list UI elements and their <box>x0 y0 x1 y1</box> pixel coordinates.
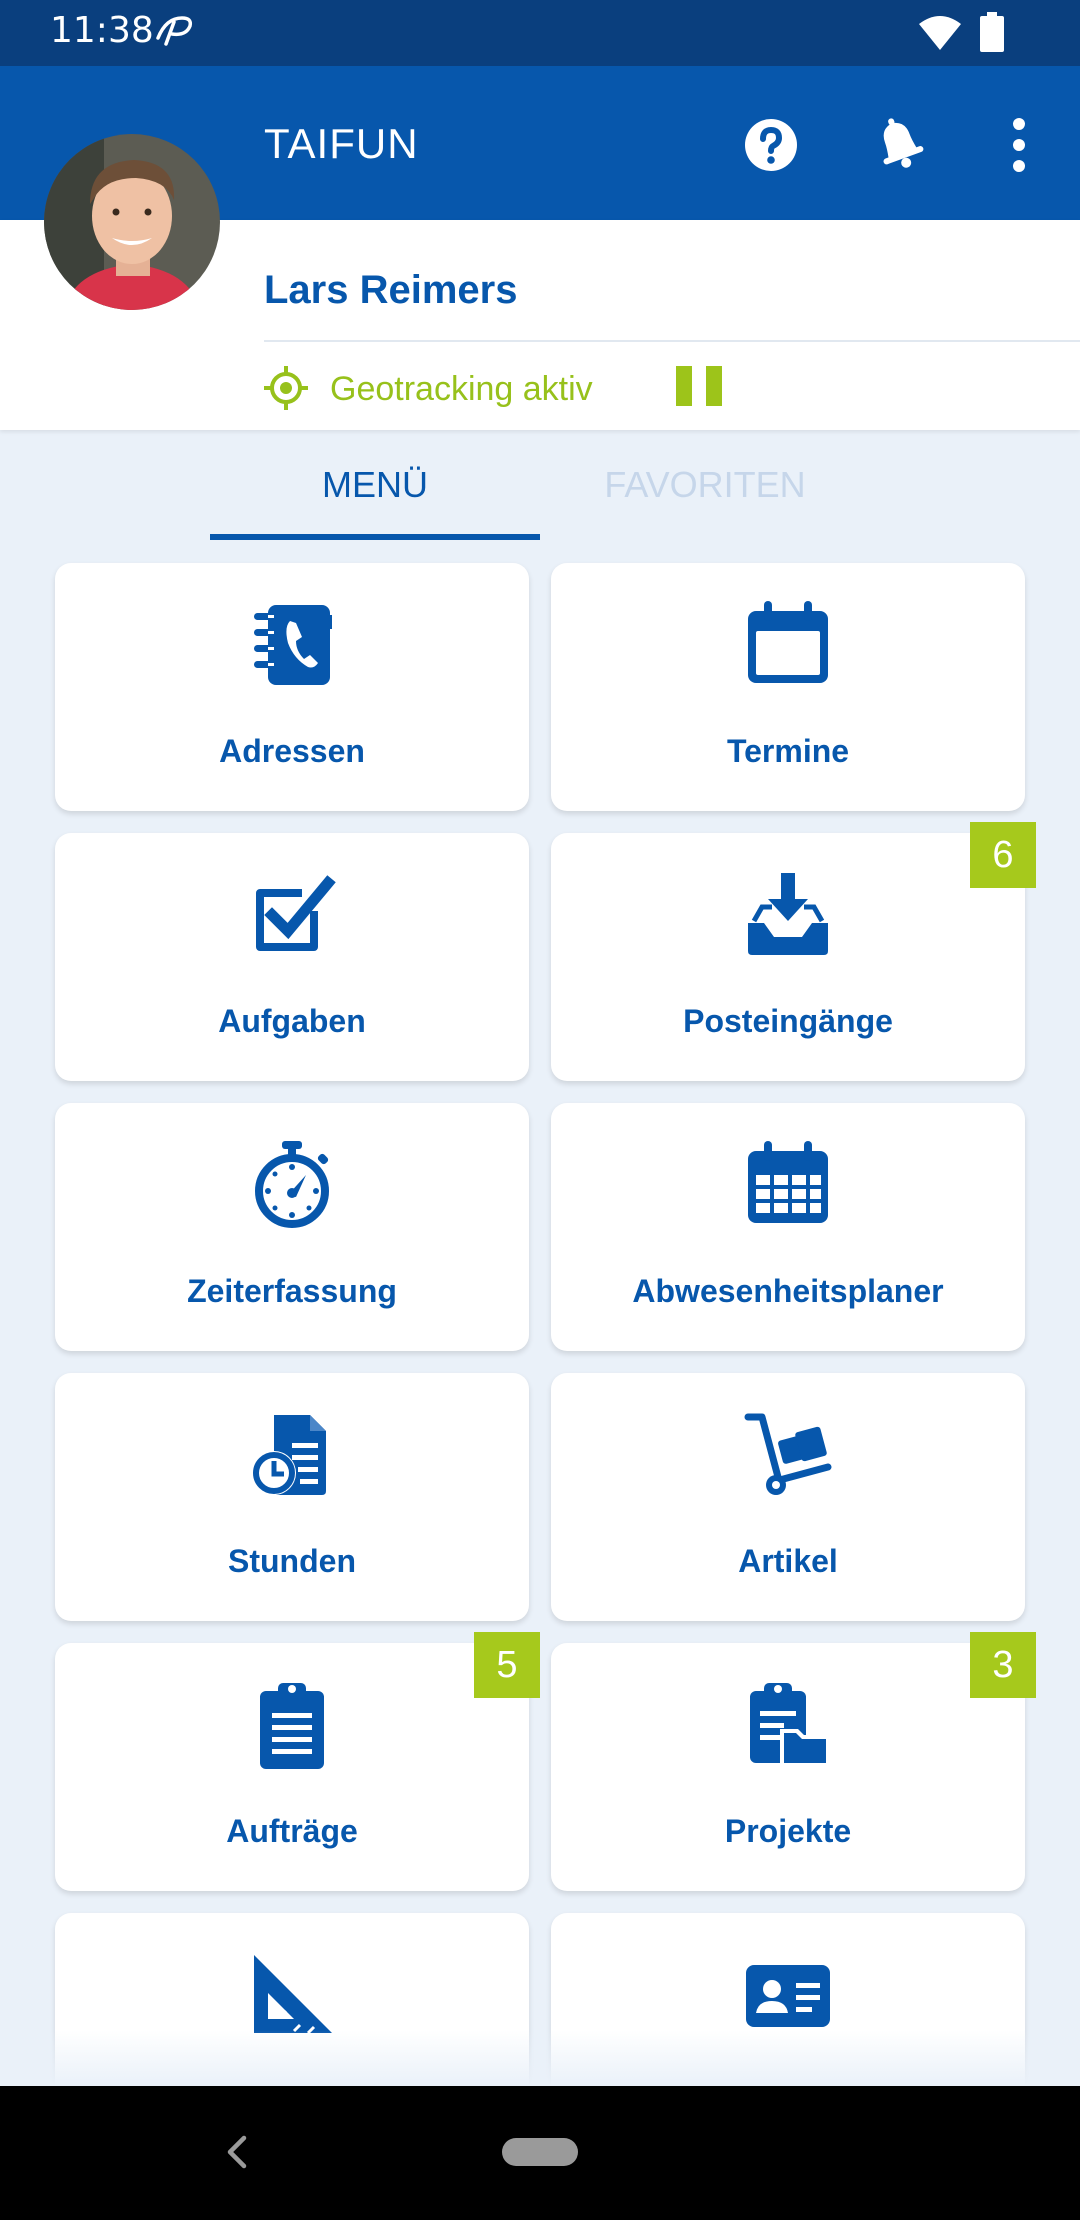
tile-projekte[interactable]: Projekte <box>551 1643 1025 1891</box>
status-bar: 11:38 <box>0 0 1080 66</box>
tile-label: Stunden <box>228 1543 356 1579</box>
bell-icon[interactable] <box>872 114 926 172</box>
checkbox-icon <box>256 875 336 951</box>
wifi-icon <box>919 16 961 50</box>
divider <box>264 340 1080 342</box>
pause-bar-right <box>706 366 722 406</box>
tab-menu[interactable]: MENÜ <box>210 464 540 506</box>
tile-label: Artikel <box>738 1543 838 1579</box>
geotracking-label: Geotracking aktiv <box>330 370 593 408</box>
tile-zeiterfassung[interactable]: Zeiterfassung <box>55 1103 529 1351</box>
id-card-icon <box>746 1965 830 2027</box>
pause-bar-left <box>676 366 692 406</box>
calendar-grid-icon <box>748 1141 828 1223</box>
app-title: TAIFUN <box>264 120 419 167</box>
tile-adressen[interactable]: Adressen <box>55 563 529 811</box>
tile-label: Abwesenheitsplaner <box>632 1273 944 1309</box>
tile-label: Zeiterfassung <box>187 1273 397 1309</box>
home-pill-button[interactable] <box>502 2138 578 2166</box>
battery-icon <box>980 12 1004 52</box>
timesheet-icon <box>252 1415 326 1495</box>
tile-abwesenheitsplaner[interactable]: Abwesenheitsplaner <box>551 1103 1025 1351</box>
tile-badge-posteingaenge: 6 <box>970 822 1036 888</box>
tab-indicator <box>210 534 540 540</box>
tile-termine[interactable]: Termine <box>551 563 1025 811</box>
tile-aufgaben[interactable]: Aufgaben <box>55 833 529 1081</box>
tile-badge-auftraege: 5 <box>474 1632 540 1698</box>
tile-artikel[interactable]: Artikel <box>551 1373 1025 1621</box>
tile-auftraege[interactable]: Aufträge <box>55 1643 529 1891</box>
set-square-icon <box>254 1955 332 2035</box>
calendar-icon <box>748 601 828 683</box>
tile-label: Termine <box>726 733 850 769</box>
tile-label: Aufträge <box>226 1813 358 1849</box>
tile-label: Posteingänge <box>683 1003 893 1039</box>
back-icon[interactable] <box>222 2132 252 2172</box>
tile-label: Projekte <box>724 1813 852 1849</box>
avatar-image <box>44 134 220 310</box>
tile-label: Aufgaben <box>218 1003 366 1039</box>
address-book-icon <box>254 605 332 685</box>
hand-truck-icon <box>744 1413 832 1495</box>
pause-tracking-button[interactable] <box>676 366 722 410</box>
tile-posteingaenge[interactable]: Posteingänge <box>551 833 1025 1081</box>
stopwatch-icon <box>255 1141 329 1228</box>
clipboard-icon <box>260 1683 324 1769</box>
scroll-fade <box>0 2030 1080 2086</box>
tile-stunden[interactable]: Stunden <box>55 1373 529 1621</box>
tile-badge-projekte: 3 <box>970 1632 1036 1698</box>
system-nav-bar <box>0 2086 1080 2220</box>
clipboard-folder-icon <box>750 1683 830 1767</box>
avatar[interactable] <box>44 134 220 310</box>
user-name: Lars Reimers <box>264 268 518 312</box>
tab-favorites[interactable]: FAVORITEN <box>540 464 870 506</box>
inbox-download-icon <box>748 873 828 955</box>
more-vert-icon[interactable] <box>1004 116 1034 174</box>
tile-label: Adressen <box>219 733 365 769</box>
status-time: 11:38 <box>50 10 154 51</box>
help-icon[interactable] <box>744 118 798 172</box>
geotracking-icon <box>264 366 308 410</box>
tab-bar: MENÜ FAVORITEN <box>0 430 1080 540</box>
app-notification-icon <box>156 16 193 46</box>
